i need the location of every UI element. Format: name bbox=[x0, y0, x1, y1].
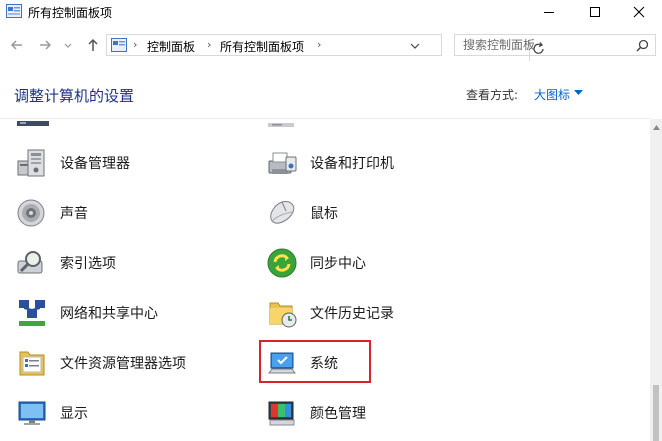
cp-item-label: 声音 bbox=[60, 206, 88, 222]
cp-item-label: 文件历史记录 bbox=[310, 306, 394, 322]
close-icon bbox=[633, 6, 645, 18]
cp-item-label: 索引选项 bbox=[60, 256, 116, 272]
chevron-down-icon[interactable] bbox=[407, 39, 423, 53]
vertical-scrollbar[interactable] bbox=[650, 119, 662, 441]
scrollbar-thumb[interactable] bbox=[653, 385, 659, 441]
network-icon bbox=[19, 300, 45, 326]
window-title: 所有控制面板项 bbox=[28, 6, 113, 20]
search-input[interactable] bbox=[455, 35, 639, 55]
cp-item-label: 网络和共享中心 bbox=[60, 306, 158, 322]
minimize-button[interactable] bbox=[526, 0, 572, 24]
breadcrumb-all-items[interactable]: 所有控制面板项 bbox=[220, 38, 304, 55]
sync-center-icon bbox=[267, 248, 297, 278]
partial-item-icon bbox=[268, 123, 294, 127]
maximize-button[interactable] bbox=[572, 0, 618, 24]
mouse-icon bbox=[270, 201, 295, 224]
scroll-up-icon[interactable] bbox=[653, 125, 660, 130]
forward-arrow-icon[interactable] bbox=[36, 36, 54, 54]
minimize-icon bbox=[544, 12, 554, 13]
color-management-icon bbox=[268, 401, 295, 426]
maximize-icon bbox=[590, 7, 600, 17]
view-by-dropdown[interactable]: 大图标 bbox=[534, 86, 570, 103]
highlight-box bbox=[259, 340, 371, 383]
cp-item-label: 设备管理器 bbox=[60, 156, 130, 172]
printer-icon bbox=[268, 152, 297, 174]
search-icon[interactable] bbox=[636, 39, 649, 52]
indexing-icon bbox=[17, 251, 43, 274]
file-history-icon bbox=[269, 302, 297, 328]
cp-item-label: 鼠标 bbox=[310, 206, 338, 222]
cp-item-label: 显示 bbox=[60, 406, 88, 422]
cp-item-label: 颜色管理 bbox=[310, 406, 366, 422]
partial-item-icon bbox=[17, 121, 49, 126]
chevron-right-icon[interactable]: › bbox=[207, 38, 211, 51]
chevron-right-icon[interactable]: › bbox=[133, 38, 137, 51]
speaker-icon bbox=[17, 199, 45, 227]
address-bar[interactable]: › 控制面板 › 所有控制面板项 › bbox=[106, 34, 544, 61]
control-panel-icon bbox=[111, 38, 127, 52]
breadcrumb-control-panel[interactable]: 控制面板 bbox=[147, 38, 195, 55]
chevron-right-icon[interactable]: › bbox=[317, 38, 321, 51]
page-title: 调整计算机的设置 bbox=[14, 87, 135, 105]
cp-item-label: 同步中心 bbox=[310, 256, 366, 272]
view-by-label: 查看方式: bbox=[466, 88, 519, 102]
search-box[interactable] bbox=[454, 34, 656, 56]
folder-options-icon bbox=[19, 351, 45, 376]
navigation-bar: › 控制面板 › 所有控制面板项 › bbox=[0, 30, 662, 61]
close-button[interactable] bbox=[616, 0, 662, 24]
cp-item-label: 文件资源管理器选项 bbox=[60, 356, 186, 372]
control-panel-icon bbox=[6, 4, 22, 18]
cp-item-label: 设备和打印机 bbox=[310, 156, 394, 172]
caret-down-icon[interactable] bbox=[574, 90, 583, 96]
device-manager-icon bbox=[17, 149, 45, 177]
display-icon bbox=[18, 401, 46, 425]
recent-locations-icon[interactable] bbox=[62, 36, 74, 54]
back-arrow-icon[interactable] bbox=[8, 36, 26, 54]
title-bar: 所有控制面板项 bbox=[0, 0, 662, 24]
up-arrow-icon[interactable] bbox=[84, 36, 102, 54]
divider bbox=[0, 118, 650, 119]
